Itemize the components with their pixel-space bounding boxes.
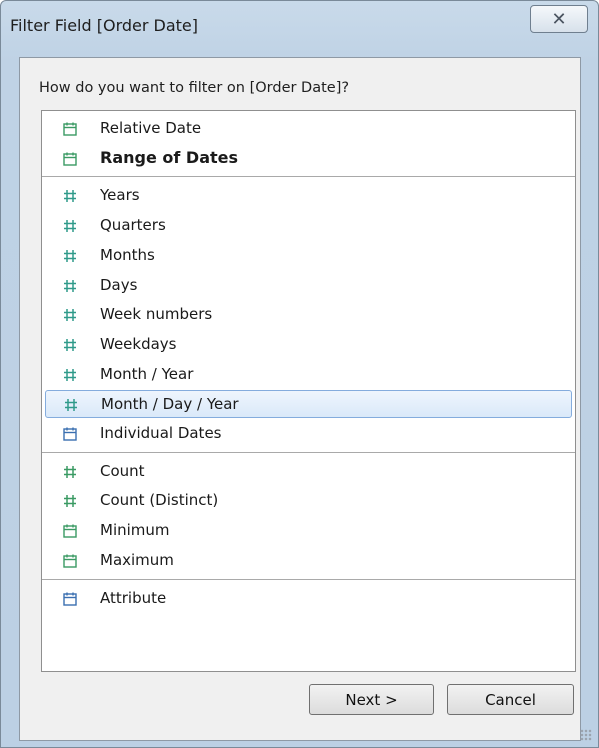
list-item-label: Count [100, 461, 145, 480]
filter-field-dialog: Filter Field [Order Date] ✕ How do you w… [0, 0, 599, 748]
list-item[interactable]: Individual Dates [45, 420, 572, 448]
hash-icon [61, 366, 79, 384]
hash-icon [61, 187, 79, 205]
close-icon: ✕ [551, 8, 567, 30]
calendar-icon [61, 590, 79, 608]
filter-prompt: How do you want to filter on [Order Date… [39, 80, 350, 96]
filter-type-list[interactable]: Relative Date Range of Dates Years Quarters… [41, 110, 576, 672]
window-title: Filter Field [Order Date] [10, 16, 199, 35]
calendar-icon [61, 150, 79, 168]
list-item-label: Range of Dates [100, 147, 239, 167]
hash-icon [62, 396, 80, 414]
next-button[interactable]: Next > [309, 684, 434, 715]
list-item[interactable]: Weekdays [45, 331, 572, 359]
list-item[interactable]: Quarters [45, 212, 572, 240]
calendar-icon [61, 552, 79, 570]
calendar-icon [61, 120, 79, 138]
hash-icon [61, 277, 79, 295]
resize-grip[interactable] [580, 729, 592, 741]
hash-icon [61, 247, 79, 265]
list-item[interactable]: Months [45, 242, 572, 270]
list-item[interactable]: Count (Distinct) [45, 487, 572, 515]
list-item-label: Month / Day / Year [101, 395, 239, 414]
list-item[interactable]: Maximum [45, 547, 572, 575]
next-button-label: Next > [345, 690, 398, 709]
hash-icon [61, 463, 79, 481]
list-item-label: Month / Year [100, 364, 194, 383]
cancel-button-label: Cancel [485, 690, 536, 709]
list-item-label: Count (Distinct) [100, 491, 219, 510]
list-item-label: Quarters [100, 216, 166, 235]
list-item[interactable]: Days [45, 272, 572, 300]
cancel-button[interactable]: Cancel [447, 684, 574, 715]
list-separator [42, 578, 575, 580]
list-item-label: Individual Dates [100, 424, 222, 442]
list-item[interactable]: Years [45, 182, 572, 210]
list-separator [42, 451, 575, 453]
list-item-label: Maximum [100, 550, 174, 569]
list-item[interactable]: Week numbers [45, 301, 572, 329]
dialog-client-area: How do you want to filter on [Order Date… [19, 57, 581, 741]
list-item-label: Days [100, 275, 138, 294]
hash-icon [61, 306, 79, 324]
list-item-label: Attribute [100, 588, 167, 607]
list-separator [42, 176, 575, 178]
list-item[interactable]: Month / Day / Year [45, 390, 572, 419]
list-item-label: Years [100, 186, 140, 205]
list-item[interactable]: Count [45, 458, 572, 486]
hash-icon [61, 492, 79, 510]
list-item-label: Week numbers [100, 305, 213, 324]
list-item-label: Minimum [100, 521, 170, 540]
list-item-label: Months [100, 245, 155, 264]
calendar-icon [61, 425, 79, 443]
hash-icon [61, 336, 79, 354]
close-button[interactable]: ✕ [530, 5, 588, 33]
list-item[interactable]: Range of Dates [45, 145, 572, 173]
list-item[interactable]: Minimum [45, 517, 572, 545]
list-item-label: Weekdays [100, 334, 177, 353]
hash-icon [61, 217, 79, 235]
list-item[interactable]: Attribute [45, 585, 572, 613]
list-item[interactable]: Month / Year [45, 361, 572, 389]
list-item-label: Relative Date [100, 119, 202, 137]
calendar-icon [61, 522, 79, 540]
list-item[interactable]: Relative Date [45, 115, 572, 143]
